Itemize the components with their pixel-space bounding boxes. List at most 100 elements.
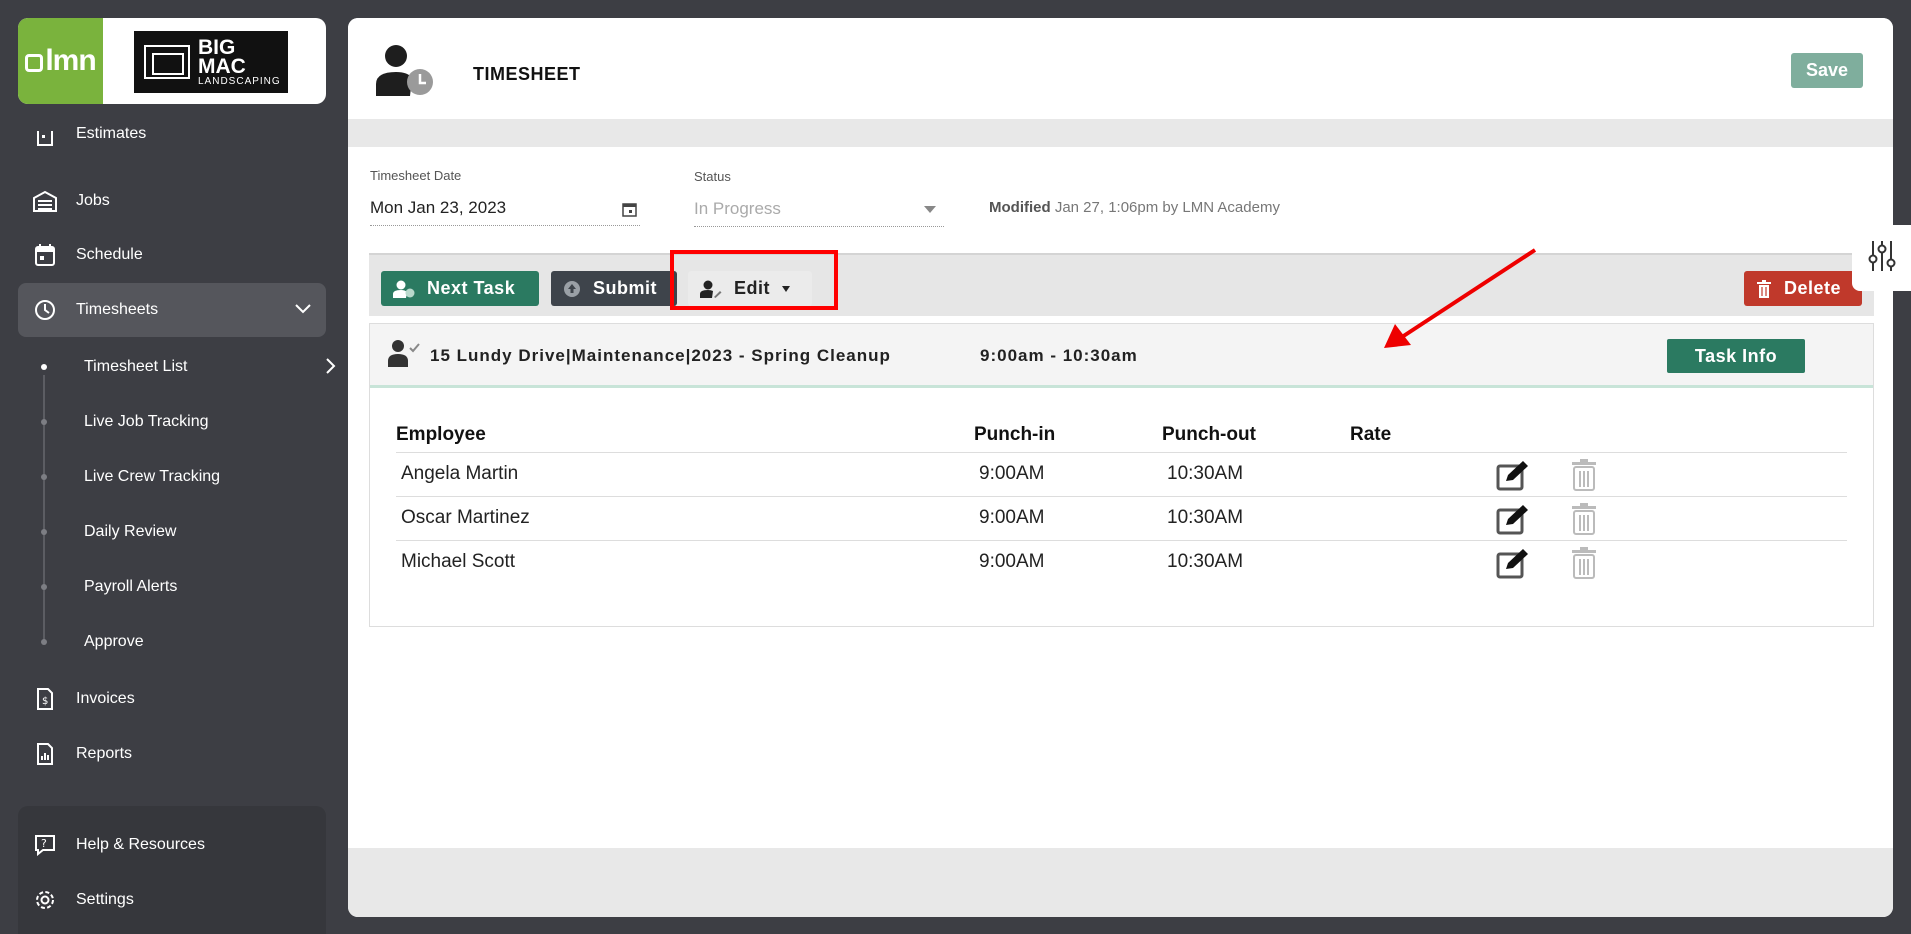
submit-label: Submit <box>593 278 657 298</box>
sidebar-subitem-label: Approve <box>84 632 144 650</box>
sidebar-item-invoices[interactable]: $ Invoices <box>18 672 326 726</box>
submit-button[interactable]: Submit <box>551 271 677 306</box>
sidebar-subitem-live-job-tracking[interactable]: Live Job Tracking <box>0 394 348 449</box>
sidebar-item-estimates[interactable]: Estimates <box>18 126 326 154</box>
chevron-right-icon <box>324 357 336 380</box>
annotation-arrow-icon <box>1380 244 1540 357</box>
task-header: 15 Lundy Drive|Maintenance|2023 - Spring… <box>370 324 1873 388</box>
sidebar-subitem-label: Live Job Tracking <box>84 412 209 430</box>
sidebar-subitem-label: Timesheet List <box>84 357 188 375</box>
modified-info: Modified Jan 27, 1:06pm by LMN Academy <box>989 199 1280 216</box>
employee-name: Oscar Martinez <box>401 507 530 528</box>
calculator-icon <box>32 127 58 153</box>
sidebar: lmn BIG MAC LANDSCAPING Estimates Jobs S… <box>0 0 348 934</box>
column-header-punch-out: Punch-out <box>1162 424 1256 445</box>
sidebar-subitem-daily-review[interactable]: Daily Review <box>0 504 348 559</box>
submenu-dot <box>41 473 47 480</box>
sidebar-item-label: Reports <box>76 745 133 762</box>
next-task-label: Next Task <box>427 278 516 298</box>
punch-in-value: 9:00AM <box>979 463 1045 484</box>
employee-name: Michael Scott <box>401 551 516 572</box>
sidebar-item-label: Help & Resources <box>76 836 205 853</box>
user-add-icon <box>393 280 415 298</box>
timesheet-date-underline <box>370 225 640 226</box>
lmn-logo[interactable]: lmn <box>18 18 103 104</box>
sidebar-item-help-resources[interactable]: ? Help & Resources <box>18 818 326 872</box>
sidebar-subitem-label: Live Crew Tracking <box>84 467 221 485</box>
svg-text:?: ? <box>41 837 47 850</box>
sidebar-item-label: Invoices <box>76 690 135 707</box>
table-row: Angela Martin 9:00AM 10:30AM <box>396 452 1847 496</box>
sidebar-subitem-label: Daily Review <box>84 522 177 540</box>
chevron-down-icon[interactable] <box>294 301 312 319</box>
sidebar-item-schedule[interactable]: Schedule <box>18 228 326 282</box>
task-info-button[interactable]: Task Info <box>1667 339 1805 373</box>
sidebar-subitem-approve[interactable]: Approve <box>0 614 348 669</box>
calendar-icon[interactable] <box>622 202 637 222</box>
modified-label: Modified <box>989 199 1051 216</box>
modified-value: Jan 27, 1:06pm by LMN Academy <box>1054 199 1280 216</box>
trash-icon[interactable] <box>1571 459 1597 496</box>
edit-button-highlight-box <box>670 250 838 310</box>
edit-icon[interactable] <box>1496 459 1530 496</box>
punch-out-value: 10:30AM <box>1167 507 1244 528</box>
sidebar-subitem-timesheet-list[interactable]: Timesheet List <box>0 339 348 394</box>
sidebar-item-timesheets[interactable]: Timesheets <box>18 283 326 337</box>
next-task-button[interactable]: Next Task <box>381 271 539 306</box>
delete-label: Delete <box>1784 278 1842 298</box>
page-header: TIMESHEET Save <box>348 18 1893 119</box>
gear-icon <box>32 887 58 913</box>
invoice-icon: $ <box>32 686 58 712</box>
punch-out-value: 10:30AM <box>1167 551 1244 572</box>
company-logo-line1: BIG <box>198 35 236 59</box>
save-button[interactable]: Save <box>1791 53 1863 88</box>
column-header-punch-in: Punch-in <box>974 424 1056 445</box>
trash-icon <box>1756 279 1772 298</box>
timesheet-date-field[interactable]: Mon Jan 23, 2023 <box>370 198 506 218</box>
sliders-icon <box>1868 239 1896 278</box>
lmn-logo-mark <box>25 54 44 72</box>
submenu-dot <box>41 638 47 645</box>
sidebar-item-settings[interactable]: Settings <box>18 873 326 927</box>
edit-icon[interactable] <box>1496 503 1530 540</box>
sidebar-item-label: Schedule <box>76 246 143 263</box>
sidebar-item-reports[interactable]: Reports <box>18 727 326 781</box>
employee-name: Angela Martin <box>401 463 519 484</box>
lmn-logo-text: lmn <box>45 44 96 77</box>
task-panel: 15 Lundy Drive|Maintenance|2023 - Spring… <box>369 323 1874 627</box>
status-select[interactable]: In Progress <box>694 199 781 219</box>
edit-icon[interactable] <box>1496 547 1530 584</box>
trash-icon[interactable] <box>1571 547 1597 584</box>
submenu-dot <box>41 363 47 370</box>
table-row: Oscar Martinez 9:00AM 10:30AM <box>396 496 1847 540</box>
sidebar-subitem-label: Payroll Alerts <box>84 577 178 595</box>
sidebar-item-label: Jobs <box>76 192 110 209</box>
punch-in-value: 9:00AM <box>979 551 1045 572</box>
page-title: TIMESHEET <box>473 64 581 84</box>
status-label: Status <box>694 169 731 184</box>
task-toolbar: Next Task Submit Edit Delete <box>369 253 1874 316</box>
report-icon <box>32 741 58 767</box>
timesheet-date-label: Timesheet Date <box>370 168 462 183</box>
company-logo: BIG MAC LANDSCAPING <box>134 31 288 93</box>
sidebar-subitem-payroll-alerts[interactable]: Payroll Alerts <box>0 559 348 614</box>
caret-down-icon[interactable] <box>924 206 936 213</box>
trash-icon[interactable] <box>1571 503 1597 540</box>
sidebar-item-jobs[interactable]: Jobs <box>18 174 326 228</box>
submenu-dot <box>41 528 47 535</box>
filter-settings-tab[interactable] <box>1852 225 1911 291</box>
main-panel: TIMESHEET Save Timesheet Date Mon Jan 23… <box>348 18 1893 917</box>
garage-icon <box>32 188 58 214</box>
footer-band <box>348 848 1893 917</box>
sidebar-subitem-live-crew-tracking[interactable]: Live Crew Tracking <box>0 449 348 504</box>
help-icon: ? <box>32 832 58 858</box>
punch-out-value: 10:30AM <box>1167 463 1244 484</box>
header-divider-band <box>348 119 1893 147</box>
task-time: 9:00am - 10:30am <box>980 346 1138 365</box>
logo-card[interactable]: lmn BIG MAC LANDSCAPING <box>18 18 326 104</box>
delete-button[interactable]: Delete <box>1744 271 1862 306</box>
sidebar-item-label: Settings <box>76 891 134 908</box>
sidebar-item-label: Estimates <box>76 126 147 142</box>
company-logo-line2: MAC <box>198 54 246 78</box>
punch-in-value: 9:00AM <box>979 507 1045 528</box>
